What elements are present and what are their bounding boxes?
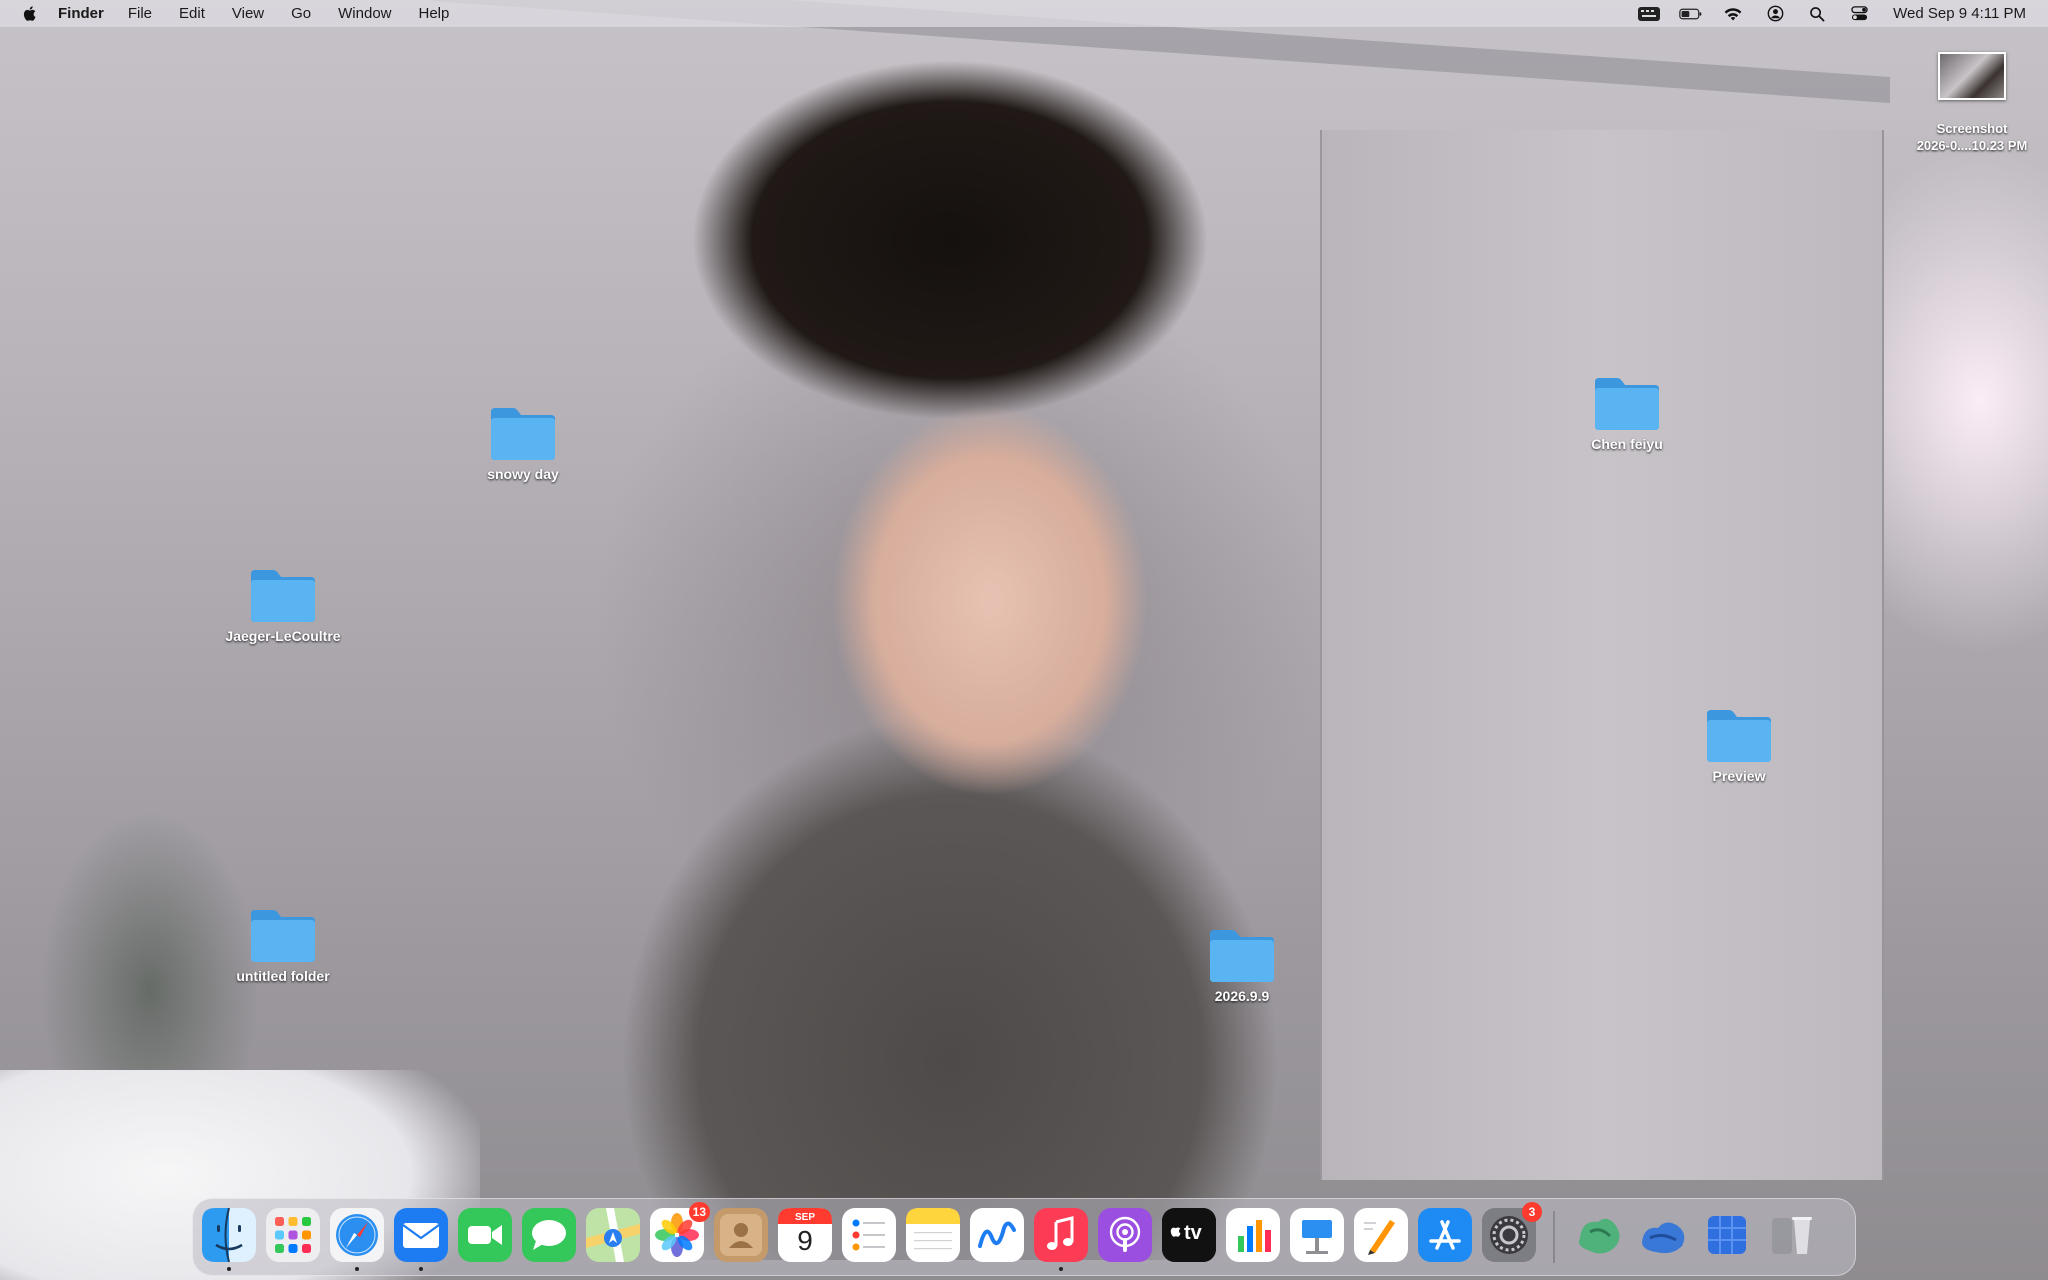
menu-go[interactable]: Go bbox=[291, 0, 311, 27]
folder-label: snowy day bbox=[487, 466, 559, 482]
messages-icon bbox=[522, 1208, 576, 1262]
folder-label: Chen feiyu bbox=[1591, 436, 1663, 452]
file-label-line2: 2026-0....10.23 PM bbox=[1916, 138, 2028, 153]
calendar-day: 9 bbox=[797, 1225, 813, 1256]
folder-label: untitled folder bbox=[236, 968, 330, 984]
minimized-window-3-icon bbox=[1708, 1216, 1746, 1254]
folder-label: 2026.9.9 bbox=[1214, 988, 1270, 1004]
notification-badge: 3 bbox=[1522, 1202, 1542, 1222]
folder-jaeger-lecoultre[interactable]: Jaeger-LeCoultre bbox=[213, 566, 353, 644]
file-label: Screenshot bbox=[1936, 121, 2008, 136]
battery-icon[interactable] bbox=[1679, 5, 1703, 23]
running-indicator bbox=[1059, 1267, 1063, 1271]
calendar-month: SEP bbox=[794, 1212, 815, 1223]
apple-tv-label: tv bbox=[1184, 1222, 1202, 1244]
music-icon bbox=[1034, 1208, 1088, 1262]
keynote-icon bbox=[1290, 1208, 1344, 1262]
app-store-icon bbox=[1418, 1208, 1472, 1262]
folder-icon bbox=[251, 910, 315, 962]
menu-bar: Finder File Edit View Go Window Help Wed… bbox=[0, 0, 2048, 27]
menu-app-name[interactable]: Finder bbox=[58, 0, 104, 27]
trash-icon bbox=[1772, 1217, 1812, 1254]
dock-facetime[interactable] bbox=[458, 1208, 512, 1262]
dock-system-settings[interactable]: 3 bbox=[1482, 1202, 1542, 1262]
folder-icon bbox=[1595, 378, 1659, 430]
dock-app-store[interactable] bbox=[1418, 1208, 1472, 1262]
file-screenshot[interactable]: Screenshot 2026-0....10.23 PM bbox=[1902, 52, 2042, 154]
dock-minimized-window-1[interactable] bbox=[1572, 1208, 1626, 1262]
safari-icon bbox=[330, 1208, 384, 1262]
control-center-icon[interactable] bbox=[1847, 5, 1871, 23]
spotlight-search-icon[interactable] bbox=[1805, 5, 1829, 23]
folder-2026-9-9[interactable]: 2026.9.9 bbox=[1172, 926, 1312, 1004]
dock-photos[interactable]: 13 bbox=[650, 1202, 710, 1262]
dock: 13 SEP 9 tv 3 bbox=[192, 1198, 1856, 1276]
folder-icon bbox=[1210, 930, 1274, 982]
minimized-window-1-icon bbox=[1579, 1218, 1620, 1254]
menu-file[interactable]: File bbox=[128, 0, 152, 27]
podcasts-icon bbox=[1098, 1208, 1152, 1262]
menu-help[interactable]: Help bbox=[419, 0, 450, 27]
folder-snowy-day[interactable]: snowy day bbox=[453, 404, 593, 482]
dock-launchpad[interactable] bbox=[266, 1208, 320, 1262]
maps-icon bbox=[586, 1208, 640, 1262]
dock-minimized-window-2[interactable] bbox=[1636, 1208, 1690, 1262]
keyboard-input-icon[interactable] bbox=[1637, 5, 1661, 23]
dock-music[interactable] bbox=[1034, 1208, 1088, 1262]
apple-logo-icon[interactable] bbox=[22, 5, 40, 23]
folder-preview[interactable]: Preview bbox=[1669, 706, 1809, 784]
screenshot-thumbnail bbox=[1938, 52, 2006, 100]
finder-icon bbox=[202, 1208, 256, 1262]
user-icon[interactable] bbox=[1763, 5, 1787, 23]
launchpad-icon bbox=[266, 1208, 320, 1262]
dock-apple-tv[interactable]: tv bbox=[1162, 1208, 1216, 1262]
menu-edit[interactable]: Edit bbox=[179, 0, 205, 27]
minimized-window-2-icon bbox=[1642, 1222, 1685, 1254]
wifi-icon[interactable] bbox=[1721, 5, 1745, 23]
dock-notes[interactable] bbox=[906, 1208, 960, 1262]
menu-window[interactable]: Window bbox=[338, 0, 391, 27]
contacts-icon bbox=[714, 1208, 768, 1262]
wallpaper-portrait bbox=[520, 40, 1420, 1260]
running-indicator bbox=[227, 1267, 231, 1271]
menu-clock[interactable]: Wed Sep 9 4:11 PM bbox=[1893, 5, 2026, 22]
dock-podcasts[interactable] bbox=[1098, 1208, 1152, 1262]
dock-messages[interactable] bbox=[522, 1208, 576, 1262]
folder-icon bbox=[491, 408, 555, 460]
dock-mail[interactable] bbox=[394, 1208, 448, 1262]
freeform-icon bbox=[970, 1208, 1024, 1262]
folder-label: Preview bbox=[1712, 768, 1766, 784]
dock-trash[interactable] bbox=[1764, 1208, 1818, 1262]
dock-calendar[interactable]: SEP 9 bbox=[778, 1208, 832, 1262]
pages-icon bbox=[1354, 1208, 1408, 1262]
reminders-icon bbox=[842, 1208, 896, 1262]
mail-icon bbox=[394, 1208, 448, 1262]
folder-icon bbox=[251, 570, 315, 622]
notification-badge: 13 bbox=[688, 1202, 710, 1222]
numbers-icon bbox=[1226, 1208, 1280, 1262]
dock-freeform[interactable] bbox=[970, 1208, 1024, 1262]
running-indicator bbox=[419, 1267, 423, 1271]
folder-untitled-folder[interactable]: untitled folder bbox=[213, 906, 353, 984]
facetime-icon bbox=[458, 1208, 512, 1262]
desktop-wallpaper: Finder File Edit View Go Window Help Wed… bbox=[0, 0, 2048, 1280]
dock-numbers[interactable] bbox=[1226, 1208, 1280, 1262]
dock-pages[interactable] bbox=[1354, 1208, 1408, 1262]
dock-maps[interactable] bbox=[586, 1208, 640, 1262]
dock-finder[interactable] bbox=[202, 1208, 256, 1262]
folder-label: Jaeger-LeCoultre bbox=[225, 628, 341, 644]
dock-keynote[interactable] bbox=[1290, 1208, 1344, 1262]
folder-icon bbox=[1707, 710, 1771, 762]
menu-view[interactable]: View bbox=[232, 0, 264, 27]
dock-contacts[interactable] bbox=[714, 1208, 768, 1262]
dock-separator bbox=[1553, 1211, 1555, 1263]
notes-icon bbox=[906, 1208, 960, 1262]
running-indicator bbox=[355, 1267, 359, 1271]
dock-safari[interactable] bbox=[330, 1208, 384, 1262]
dock-reminders[interactable] bbox=[842, 1208, 896, 1262]
folder-chen-feiyu[interactable]: Chen feiyu bbox=[1557, 374, 1697, 452]
dock-minimized-window-3[interactable] bbox=[1700, 1208, 1754, 1262]
